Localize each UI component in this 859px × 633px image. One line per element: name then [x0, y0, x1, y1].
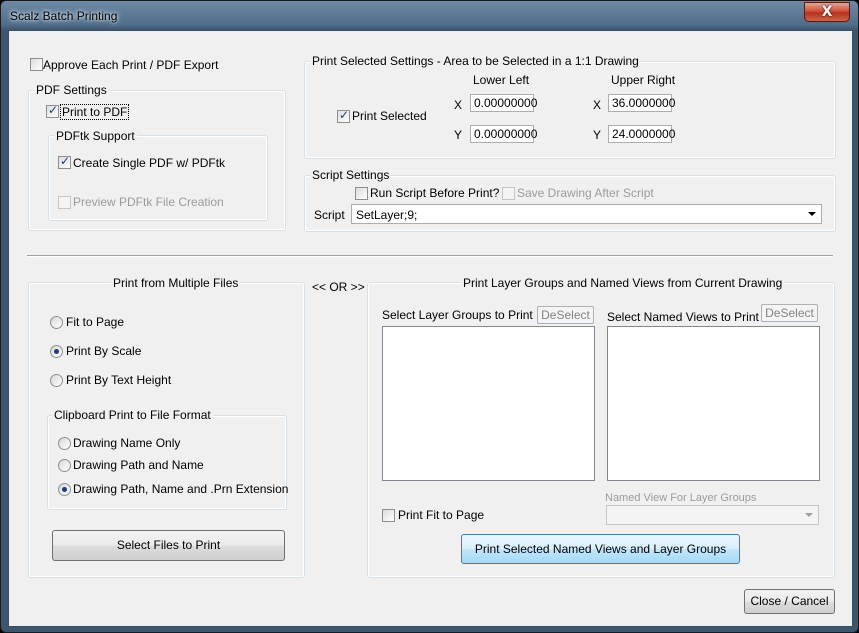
print-to-pdf-checkbox[interactable] — [46, 103, 59, 118]
save-after-script-label[interactable]: Save Drawing After Script — [517, 186, 654, 200]
approve-each-print-checkbox[interactable] — [30, 58, 43, 71]
print-selected-label[interactable]: Print Selected — [352, 109, 427, 123]
drawing-path-name-label[interactable]: Drawing Path and Name — [73, 458, 204, 472]
close-icon: X — [821, 4, 833, 20]
section-separator — [27, 255, 833, 257]
create-single-pdf-checkbox[interactable] — [58, 154, 71, 169]
close-cancel-button[interactable]: Close / Cancel — [744, 589, 835, 614]
lower-left-y-input[interactable]: 0.00000000 — [470, 125, 537, 143]
layer-groups-listbox[interactable] — [382, 326, 595, 481]
upper-right-heading: Upper Right — [611, 73, 676, 87]
title-bar[interactable]: Scalz Batch Printing X — [1, 1, 858, 30]
script-label: Script — [314, 208, 345, 222]
pdftk-support-title: PDFtk Support — [54, 129, 137, 143]
lower-left-x-input[interactable]: 0.00000000 — [470, 94, 537, 112]
drawing-name-only-radio[interactable] — [58, 437, 71, 450]
lower-left-x-label: X — [454, 98, 463, 112]
window-title: Scalz Batch Printing — [10, 9, 118, 23]
preview-pdftk-checkbox[interactable] — [58, 196, 71, 209]
multiple-files-title: Print from Multiple Files — [111, 276, 241, 290]
drawing-name-only-label[interactable]: Drawing Name Only — [73, 436, 180, 450]
print-selected-checkbox[interactable] — [337, 108, 350, 123]
preview-pdftk-label[interactable]: Preview PDFtk File Creation — [73, 195, 224, 209]
named-view-for-layer-groups-combobox[interactable] — [606, 505, 819, 525]
named-views-listbox[interactable] — [607, 326, 820, 481]
select-layer-groups-label: Select Layer Groups to Print — [382, 308, 533, 322]
create-single-pdf-label[interactable]: Create Single PDF w/ PDFtk — [73, 156, 225, 170]
chevron-down-icon[interactable] — [805, 513, 813, 517]
pdf-settings-title: PDF Settings — [34, 83, 109, 97]
approve-each-print-label[interactable]: Approve Each Print / PDF Export — [43, 58, 218, 72]
select-files-button[interactable]: Select Files to Print — [52, 530, 285, 561]
print-to-pdf-label[interactable]: Print to PDF — [60, 104, 130, 120]
dialog-window: Scalz Batch Printing X Approve Each Prin… — [0, 0, 859, 633]
deselect-layer-groups-button[interactable]: DeSelect — [537, 306, 594, 324]
window-close-button[interactable]: X — [804, 2, 850, 22]
script-settings-title: Script Settings — [310, 168, 392, 182]
run-script-checkbox[interactable] — [355, 187, 368, 200]
run-script-label[interactable]: Run Script Before Print? — [370, 186, 499, 200]
drawing-path-name-ext-label[interactable]: Drawing Path, Name and .Prn Extension — [73, 482, 288, 496]
named-view-for-layer-groups-label: Named View For Layer Groups — [605, 492, 757, 504]
print-by-scale-radio[interactable] — [50, 345, 63, 358]
drawing-path-name-ext-radio[interactable] — [58, 483, 71, 496]
upper-right-y-input[interactable]: 24.0000000 — [608, 125, 675, 143]
print-by-scale-label[interactable]: Print By Scale — [66, 344, 141, 358]
print-selected-views-button[interactable]: Print Selected Named Views and Layer Gro… — [461, 534, 740, 564]
deselect-named-views-button[interactable]: DeSelect — [761, 304, 818, 322]
fit-to-page-label[interactable]: Fit to Page — [66, 315, 124, 329]
lower-left-heading: Lower Left — [473, 73, 530, 87]
layer-groups-title: Print Layer Groups and Named Views from … — [461, 276, 785, 290]
select-named-views-label: Select Named Views to Print — [607, 310, 759, 324]
upper-right-y-label: Y — [593, 128, 602, 142]
script-combobox[interactable]: SetLayer;9; — [351, 204, 822, 224]
upper-right-x-input[interactable]: 36.0000000 — [608, 94, 675, 112]
print-by-text-height-label[interactable]: Print By Text Height — [66, 373, 171, 387]
print-selected-title: Print Selected Settings - Area to be Sel… — [310, 54, 641, 68]
print-fit-to-page-checkbox[interactable] — [382, 509, 395, 522]
fit-to-page-radio[interactable] — [50, 316, 63, 329]
upper-right-x-label: X — [593, 98, 602, 112]
print-by-text-height-radio[interactable] — [50, 374, 63, 387]
save-after-script-checkbox[interactable] — [502, 187, 515, 200]
chevron-down-icon[interactable] — [808, 212, 816, 216]
dialog-client: Approve Each Print / PDF Export PDF Sett… — [8, 30, 853, 627]
print-fit-to-page-label[interactable]: Print Fit to Page — [398, 508, 484, 522]
or-separator-label: << OR >> — [312, 280, 365, 294]
script-combobox-value: SetLayer;9; — [356, 208, 418, 222]
drawing-path-name-radio[interactable] — [58, 459, 71, 472]
lower-left-y-label: Y — [454, 128, 463, 142]
clipboard-format-title: Clipboard Print to File Format — [52, 408, 213, 422]
